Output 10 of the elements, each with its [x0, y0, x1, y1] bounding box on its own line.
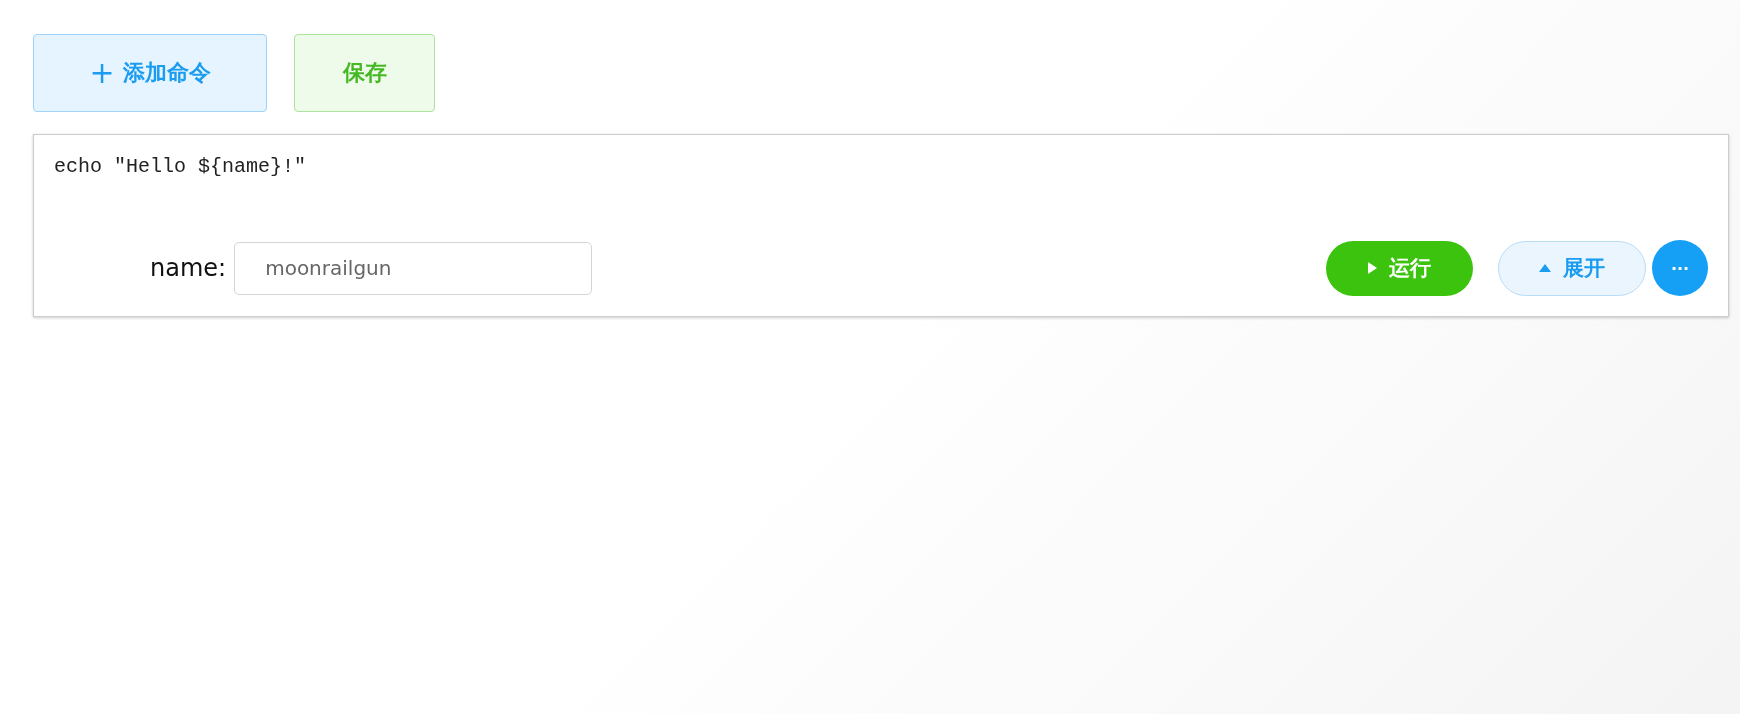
run-button[interactable]: 运行 — [1326, 240, 1473, 296]
add-command-button[interactable]: + 添加命令 — [33, 34, 267, 112]
play-icon — [1368, 262, 1377, 274]
param-input[interactable]: moonrailgun — [234, 241, 593, 295]
more-button[interactable]: ··· — [1652, 240, 1708, 296]
expand-button[interactable]: 展开 — [1498, 240, 1646, 296]
caret-icon — [1539, 264, 1551, 272]
command-code: echo "Hello ${name}!" — [54, 155, 308, 178]
param-label: name: — [150, 254, 227, 282]
save-button[interactable]: 保存 — [294, 34, 435, 112]
